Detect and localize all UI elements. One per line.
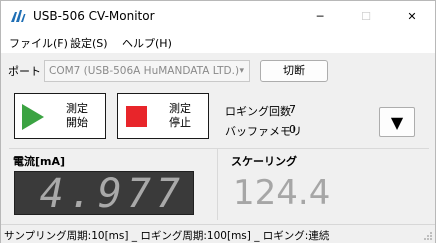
current-value: 4.977 (39, 171, 185, 217)
menu-help[interactable]: ヘルプ(H) (122, 35, 172, 51)
maximize-icon: ☐ (361, 9, 371, 23)
port-select-value: COM7 (USB-506A HuMANDATA LTD.) (49, 65, 240, 77)
divider (9, 148, 429, 149)
app-icon (11, 10, 26, 22)
scaling-value: 124.4 (233, 173, 331, 213)
menu-file[interactable]: ファイル(F) (9, 35, 68, 51)
maximize-button[interactable]: ☐ (343, 1, 389, 31)
start-measurement-button[interactable]: 測定 開始 (14, 93, 106, 139)
title-bar: USB-506 CV-Monitor ─ ☐ ✕ (1, 1, 435, 31)
port-select[interactable]: COM7 (USB-506A HuMANDATA LTD.) ▾ (44, 60, 250, 82)
stop-label-line1: 測定 (169, 102, 191, 115)
start-measurement-label: 測定 開始 (55, 102, 99, 130)
buffer-memory-value: 0 (289, 123, 296, 136)
stop-icon (126, 106, 147, 127)
status-text: サンプリング周期:10[ms] _ ロギング周期:100[ms] _ ロギング:… (4, 230, 330, 242)
stop-label-line2: 停止 (169, 116, 191, 129)
disconnect-button[interactable]: 切断 (260, 60, 328, 82)
menu-bar: ファイル(F) 設定(S) ヘルプ(H) (1, 31, 435, 53)
app-window: USB-506 CV-Monitor ─ ☐ ✕ ファイル(F) 設定(S) ヘ… (0, 0, 436, 243)
minimize-button[interactable]: ─ (297, 1, 343, 31)
close-button[interactable]: ✕ (389, 1, 435, 31)
divider-vertical (217, 148, 218, 220)
play-icon (22, 104, 44, 130)
status-bar: サンプリング周期:10[ms] _ ロギング周期:100[ms] _ ロギング:… (1, 224, 435, 243)
triangle-down-icon: ▼ (390, 112, 404, 132)
scaling-label: スケーリング (231, 155, 297, 168)
stop-measurement-button[interactable]: 測定 停止 (117, 93, 209, 139)
logging-count-value: 7 (289, 103, 296, 116)
minimize-icon: ─ (316, 9, 324, 23)
port-label: ポート (8, 65, 41, 78)
resize-grip-icon[interactable] (423, 231, 433, 241)
logging-count-label: ロギング回数 (225, 105, 291, 118)
stop-measurement-label: 測定 停止 (158, 102, 202, 130)
close-icon: ✕ (407, 9, 417, 23)
start-label-line1: 測定 (66, 102, 88, 115)
window-title: USB-506 CV-Monitor (33, 9, 155, 23)
options-dropdown-button[interactable]: ▼ (379, 107, 415, 137)
current-lcd-display: 4.977 (14, 171, 194, 217)
start-label-line2: 開始 (66, 116, 88, 129)
disconnect-button-label: 切断 (283, 64, 305, 77)
chevron-down-icon: ▾ (239, 66, 244, 76)
menu-settings[interactable]: 設定(S) (70, 35, 108, 51)
current-label: 電流[mA] (13, 155, 66, 168)
